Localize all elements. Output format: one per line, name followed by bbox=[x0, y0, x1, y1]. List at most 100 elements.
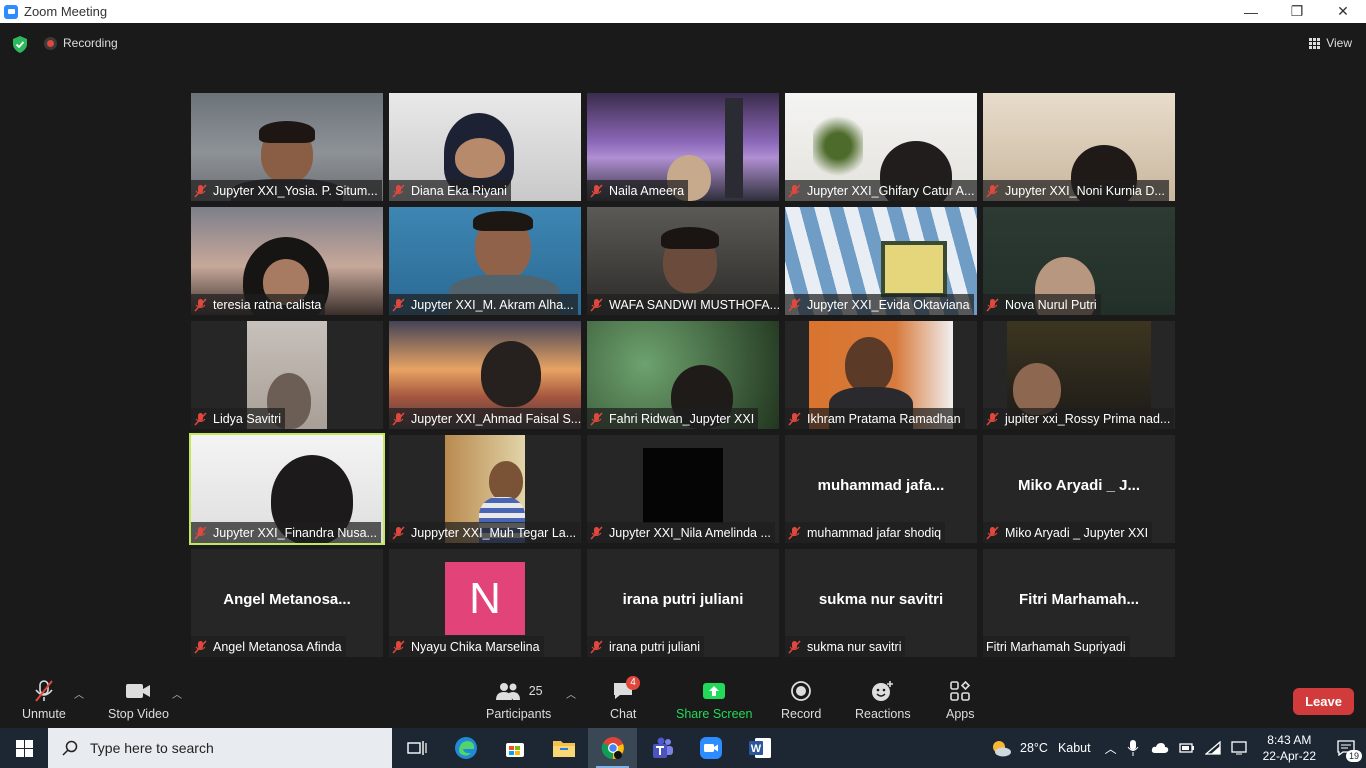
participant-tile[interactable]: Angel Metanosa... Angel Metanosa Afinda bbox=[191, 549, 383, 657]
taskbar-store[interactable] bbox=[490, 728, 539, 768]
share-screen-label: Share Screen bbox=[676, 707, 753, 721]
taskbar-clock[interactable]: 8:43 AM 22-Apr-22 bbox=[1263, 732, 1316, 764]
participant-name: muhammad jafar shodiq bbox=[807, 525, 942, 540]
cloud-icon[interactable] bbox=[1151, 741, 1169, 755]
participant-tile[interactable]: sukma nur savitri sukma nur savitri bbox=[785, 549, 977, 657]
minimize-button[interactable]: — bbox=[1228, 0, 1274, 23]
taskbar-zoom[interactable] bbox=[686, 728, 735, 768]
zoom-logo-icon bbox=[4, 4, 18, 19]
participant-name: teresia ratna calista bbox=[213, 297, 322, 312]
participant-tile[interactable]: Jupyter XXI_Noni Kurnia D... bbox=[983, 93, 1175, 201]
participant-tile[interactable]: irana putri juliani irana putri juliani bbox=[587, 549, 779, 657]
apps-label: Apps bbox=[946, 707, 975, 721]
unmute-button[interactable]: Unmute bbox=[22, 678, 66, 721]
reactions-label: Reactions bbox=[855, 707, 911, 721]
participant-tile[interactable]: N Nyayu Chika Marselina bbox=[389, 549, 581, 657]
battery-icon[interactable] bbox=[1178, 742, 1195, 754]
participant-display-name: irana putri juliani bbox=[622, 591, 744, 608]
muted-mic-icon bbox=[590, 639, 603, 654]
participant-name: Diana Eka Riyani bbox=[411, 183, 507, 198]
taskbar-search-box[interactable]: Type here to search bbox=[48, 728, 392, 768]
participant-tile[interactable]: WAFA SANDWI MUSTHOFA... bbox=[587, 207, 779, 315]
record-icon bbox=[791, 681, 812, 701]
close-button[interactable]: ✕ bbox=[1320, 0, 1366, 23]
search-placeholder: Type here to search bbox=[90, 740, 214, 756]
weather-description[interactable]: Kabut bbox=[1058, 741, 1091, 755]
participant-tile[interactable]: Nova Nurul Putri bbox=[983, 207, 1175, 315]
reactions-button[interactable]: Reactions bbox=[855, 678, 911, 721]
muted-microphone-icon bbox=[35, 680, 53, 702]
weather-sun-cloud-icon[interactable] bbox=[990, 738, 1012, 758]
participant-name: Jupyter XXI_Evida Oktaviana bbox=[807, 297, 970, 312]
apps-button[interactable]: Apps bbox=[946, 678, 975, 721]
muted-mic-icon bbox=[194, 525, 207, 540]
recording-indicator[interactable]: Recording bbox=[44, 36, 118, 50]
participant-tile[interactable]: Jupyter XXI_Nila Amelinda ... bbox=[587, 435, 779, 543]
taskbar-chrome[interactable] bbox=[588, 728, 637, 768]
participant-name: Jupyter XXI_Yosia. P. Situm... bbox=[213, 183, 378, 198]
notifications-button[interactable]: 19 bbox=[1326, 728, 1366, 768]
video-camera-icon bbox=[126, 684, 151, 698]
participant-tile[interactable]: Fitri Marhamah... Fitri Marhamah Supriya… bbox=[983, 549, 1175, 657]
task-view-button[interactable] bbox=[392, 728, 441, 768]
participant-tile[interactable]: Jupyter XXI_Ahmad Faisal S... bbox=[389, 321, 581, 429]
muted-mic-icon bbox=[986, 411, 999, 426]
muted-mic-icon bbox=[788, 639, 801, 654]
participant-tile[interactable]: Miko Aryadi _ J... Miko Aryadi _ Jupyter… bbox=[983, 435, 1175, 543]
participants-label: Participants bbox=[486, 707, 552, 721]
participant-tile[interactable]: jupiter xxi_Rossy Prima nad... bbox=[983, 321, 1175, 429]
windows-start-button[interactable] bbox=[0, 728, 48, 768]
microphone-icon[interactable] bbox=[1127, 739, 1139, 757]
participants-button[interactable]: 25 Participants bbox=[486, 678, 551, 721]
participant-name: Fahri Ridwan_Jupyter XXI bbox=[609, 411, 755, 426]
unmute-label: Unmute bbox=[22, 707, 66, 721]
participant-tile[interactable]: Naila Ameera bbox=[587, 93, 779, 201]
muted-mic-icon bbox=[392, 297, 405, 312]
stop-video-button[interactable]: Stop Video bbox=[108, 678, 169, 721]
muted-mic-icon bbox=[788, 183, 801, 198]
windows-logo-icon bbox=[15, 739, 33, 757]
taskbar-edge[interactable] bbox=[441, 728, 490, 768]
video-options-chevron-icon[interactable]: ︿ bbox=[172, 686, 182, 701]
participant-name: Ikhram Pratama Ramadhan bbox=[807, 411, 961, 426]
participant-name: Nova Nurul Putri bbox=[1005, 297, 1097, 312]
share-screen-button[interactable]: Share Screen bbox=[676, 678, 752, 721]
clock-time: 8:43 AM bbox=[1267, 733, 1312, 747]
participant-tile[interactable]: Jupyter XXI_Ghifary Catur A... bbox=[785, 93, 977, 201]
participant-tile-active-speaker[interactable]: Jupyter XXI_Finandra Nusa... bbox=[189, 433, 385, 545]
view-button[interactable]: View bbox=[1309, 36, 1352, 50]
participant-tile[interactable]: Juppyter XXI_Muh Tegar La... bbox=[389, 435, 581, 543]
taskbar-word[interactable]: W bbox=[735, 728, 784, 768]
participant-tile[interactable]: Diana Eka Riyani bbox=[389, 93, 581, 201]
muted-mic-icon bbox=[986, 525, 999, 540]
taskbar-file-explorer[interactable] bbox=[539, 728, 588, 768]
participant-tile[interactable]: teresia ratna calista bbox=[191, 207, 383, 315]
participant-display-name: muhammad jafa... bbox=[817, 477, 945, 494]
muted-mic-icon bbox=[194, 183, 207, 198]
shield-check-icon[interactable] bbox=[12, 36, 28, 53]
chat-button[interactable]: 4 Chat bbox=[610, 676, 640, 721]
participant-tile[interactable]: Ikhram Pratama Ramadhan bbox=[785, 321, 977, 429]
participant-tile[interactable]: Jupyter XXI_M. Akram Alha... bbox=[389, 207, 581, 315]
participant-name: Naila Ameera bbox=[609, 183, 685, 198]
participant-tile[interactable]: Fahri Ridwan_Jupyter XXI bbox=[587, 321, 779, 429]
black-video-frame bbox=[643, 448, 723, 523]
participant-tile[interactable]: muhammad jafa... muhammad jafar shodiq bbox=[785, 435, 977, 543]
display-icon[interactable] bbox=[1230, 741, 1247, 755]
participant-tile[interactable]: Jupyter XXI_Yosia. P. Situm... bbox=[191, 93, 383, 201]
participant-name: Jupyter XXI_Ghifary Catur A... bbox=[807, 183, 975, 198]
show-hidden-icons-chevron-icon[interactable]: ︿ bbox=[1105, 740, 1117, 757]
muted-mic-icon bbox=[590, 411, 603, 426]
taskbar-teams[interactable] bbox=[637, 728, 686, 768]
weather-temperature[interactable]: 28°C bbox=[1020, 741, 1048, 755]
participant-tile[interactable]: Jupyter XXI_Evida Oktaviana bbox=[785, 207, 977, 315]
restore-button[interactable]: ❐ bbox=[1274, 0, 1320, 23]
muted-mic-icon bbox=[392, 183, 405, 198]
wifi-icon[interactable] bbox=[1204, 741, 1221, 755]
participants-options-chevron-icon[interactable]: ︿ bbox=[566, 686, 576, 701]
task-view-icon bbox=[406, 741, 427, 755]
participant-tile[interactable]: Lidya Savitri bbox=[191, 321, 383, 429]
record-button[interactable]: Record bbox=[781, 678, 821, 721]
leave-button[interactable]: Leave bbox=[1293, 688, 1354, 715]
audio-options-chevron-icon[interactable]: ︿ bbox=[74, 686, 84, 701]
